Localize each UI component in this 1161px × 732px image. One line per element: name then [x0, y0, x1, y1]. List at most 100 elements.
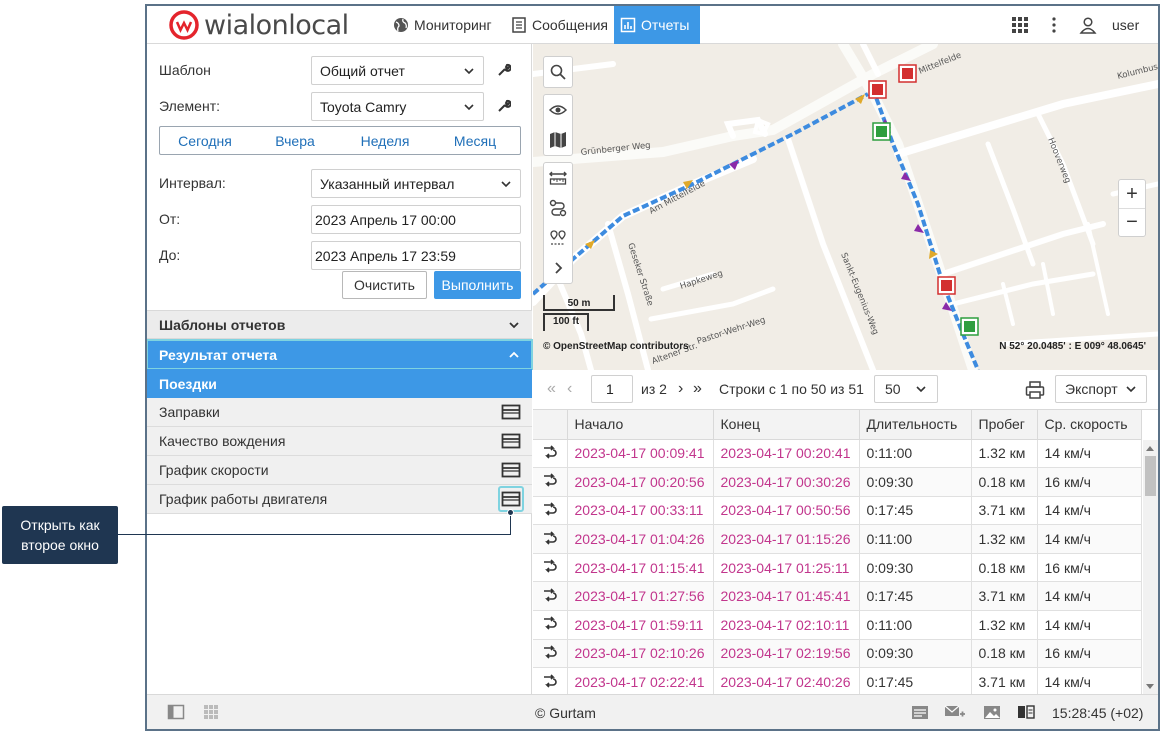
template-select[interactable]: Общий отчет [311, 56, 484, 85]
trip-start-cell[interactable]: 2023-04-17 01:27:56 [567, 581, 714, 612]
trip-end-cell[interactable]: 2023-04-17 01:45:41 [713, 581, 860, 612]
notifications-icon[interactable] [911, 704, 929, 720]
trip-end-cell[interactable]: 2023-04-17 02:19:56 [713, 639, 860, 669]
rows-per-page-select[interactable]: 50 [874, 375, 938, 403]
clear-button[interactable]: Очистить [342, 271, 427, 299]
trip-start-cell[interactable]: 2023-04-17 02:10:26 [567, 639, 714, 669]
col-start-header[interactable]: Начало [567, 410, 714, 440]
col-end-header[interactable]: Конец [713, 410, 860, 440]
scroll-down-arrow[interactable] [1146, 684, 1154, 689]
map-search-button[interactable] [544, 57, 572, 87]
trip-row-icon-cell[interactable] [533, 467, 568, 497]
zoom-out-button[interactable]: − [1119, 208, 1145, 236]
interval-select[interactable]: Указанный интервал [311, 169, 521, 198]
trip-row-icon-cell[interactable] [533, 439, 568, 469]
table-row[interactable]: 2023-04-17 00:09:41 2023-04-17 00:20:41 0:… [533, 439, 1142, 469]
wrench-icon[interactable] [497, 63, 511, 77]
table-row[interactable]: 2023-04-17 02:10:26 2023-04-17 02:19:56 0:… [533, 639, 1142, 669]
table-scrollbar[interactable] [1143, 440, 1158, 694]
result-item-trips[interactable]: Поездки [147, 369, 532, 398]
result-item-speed-chart[interactable]: График скорости [147, 456, 532, 485]
trip-end-cell[interactable]: 2023-04-17 00:30:26 [713, 467, 860, 497]
map-distance-button[interactable] [544, 163, 572, 193]
col-duration-header[interactable]: Длительность [859, 410, 972, 440]
page-input[interactable]: 1 [591, 375, 633, 403]
trip-end-cell[interactable]: 2023-04-17 01:25:11 [713, 553, 860, 583]
period-month[interactable]: Месяц [430, 127, 520, 154]
prev-page-button[interactable]: ‹ [567, 380, 573, 398]
export-button[interactable]: Экспорт [1055, 375, 1147, 403]
run-button[interactable]: Выполнить [434, 271, 521, 299]
zoom-in-button[interactable]: + [1119, 180, 1145, 208]
map-tools-expand-button[interactable] [544, 253, 572, 283]
gallery-icon[interactable] [983, 704, 1001, 720]
trip-row-icon-cell[interactable] [533, 496, 568, 526]
trip-end-cell[interactable]: 2023-04-17 02:40:26 [713, 667, 860, 694]
col-mileage-header[interactable]: Пробег [971, 410, 1038, 440]
fuel-drain-marker[interactable] [868, 80, 887, 99]
table-row[interactable]: 2023-04-17 01:27:56 2023-04-17 01:45:41 0:… [533, 581, 1142, 612]
grid-layout-icon[interactable] [202, 704, 220, 720]
nav-messages[interactable]: Сообщения [505, 6, 614, 44]
messages-icon[interactable] [944, 704, 966, 720]
trip-start-cell[interactable]: 2023-04-17 00:09:41 [567, 439, 714, 469]
result-item-driving-quality[interactable]: Качество вождения [147, 427, 532, 456]
table-row[interactable]: 2023-04-17 01:59:11 2023-04-17 02:10:11 0:… [533, 610, 1142, 640]
trip-end-cell[interactable]: 2023-04-17 00:20:41 [713, 439, 860, 469]
toggle-panel-icon[interactable] [167, 704, 185, 720]
trip-start-cell[interactable]: 2023-04-17 00:20:56 [567, 467, 714, 497]
user-name[interactable]: user [1112, 17, 1139, 33]
trip-start-cell[interactable]: 2023-04-17 01:15:41 [567, 553, 714, 583]
last-page-button[interactable]: » [693, 380, 702, 398]
scroll-thumb[interactable] [1145, 456, 1156, 496]
table-row[interactable]: 2023-04-17 00:33:11 2023-04-17 00:50:56 0:… [533, 496, 1142, 526]
wialon-logo[interactable]: wialonlocal [169, 10, 349, 41]
scroll-up-arrow[interactable] [1146, 446, 1154, 451]
nav-reports[interactable]: Отчеты [614, 6, 700, 44]
trip-start-cell[interactable]: 2023-04-17 01:59:11 [567, 610, 714, 640]
nav-monitoring[interactable]: Мониторинг [387, 6, 498, 44]
from-input[interactable]: 2023 Апрель 17 00:00 [311, 205, 521, 234]
fuel-fill-marker[interactable] [872, 122, 891, 141]
map-route-button[interactable] [544, 193, 572, 223]
first-page-button[interactable]: « [547, 380, 556, 398]
print-icon[interactable] [1025, 381, 1045, 399]
user-icon[interactable] [1079, 16, 1097, 34]
element-select[interactable]: Toyota Camry [311, 92, 484, 121]
trip-row-icon-cell[interactable] [533, 639, 568, 669]
period-yesterday[interactable]: Вчера [250, 127, 340, 154]
wrench-icon[interactable] [497, 99, 511, 113]
more-vertical-icon[interactable] [1045, 16, 1063, 34]
map[interactable]: Grünberger Weg Am Mittelfelde Geseker St… [533, 44, 1158, 370]
trip-end-cell[interactable]: 2023-04-17 02:10:11 [713, 610, 860, 640]
map-attribution[interactable]: © OpenStreetMap contributors [543, 341, 689, 352]
trip-end-cell[interactable]: 2023-04-17 00:50:56 [713, 496, 860, 526]
table-row[interactable]: 2023-04-17 00:20:56 2023-04-17 00:30:26 0:… [533, 467, 1142, 497]
open-second-window-button[interactable] [498, 457, 524, 483]
open-second-window-button[interactable] [498, 428, 524, 454]
table-row[interactable]: 2023-04-17 01:15:41 2023-04-17 01:25:11 0:… [533, 553, 1142, 583]
map-layers-button[interactable] [544, 125, 572, 155]
fuel-drain-marker[interactable] [937, 276, 956, 295]
result-section-header[interactable]: Результат отчета [147, 339, 533, 370]
col-avg-speed-header[interactable]: Ср. скорость [1037, 410, 1142, 440]
trip-row-icon-cell[interactable] [533, 610, 568, 640]
period-week[interactable]: Неделя [340, 127, 430, 154]
trip-row-icon-cell[interactable] [533, 667, 568, 694]
result-item-refuels[interactable]: Заправки [147, 398, 532, 427]
fuel-drain-marker[interactable] [898, 64, 917, 83]
to-input[interactable]: 2023 Апрель 17 23:59 [311, 241, 521, 270]
map-visibility-button[interactable] [544, 95, 572, 125]
next-page-button[interactable]: › [678, 380, 684, 398]
open-second-window-button[interactable] [498, 399, 524, 425]
trip-start-cell[interactable]: 2023-04-17 01:04:26 [567, 524, 714, 554]
fuel-fill-marker[interactable] [960, 317, 979, 336]
table-row[interactable]: 2023-04-17 01:04:26 2023-04-17 01:15:26 0:… [533, 524, 1142, 554]
result-item-engine-chart[interactable]: График работы двигателя [147, 485, 532, 514]
trip-row-icon-cell[interactable] [533, 524, 568, 554]
apps-grid-icon[interactable] [1011, 16, 1029, 34]
period-today[interactable]: Сегодня [160, 127, 250, 154]
split-view-icon[interactable] [1017, 704, 1035, 720]
map-geofence-button[interactable] [544, 223, 572, 253]
trip-start-cell[interactable]: 2023-04-17 02:22:41 [567, 667, 714, 694]
